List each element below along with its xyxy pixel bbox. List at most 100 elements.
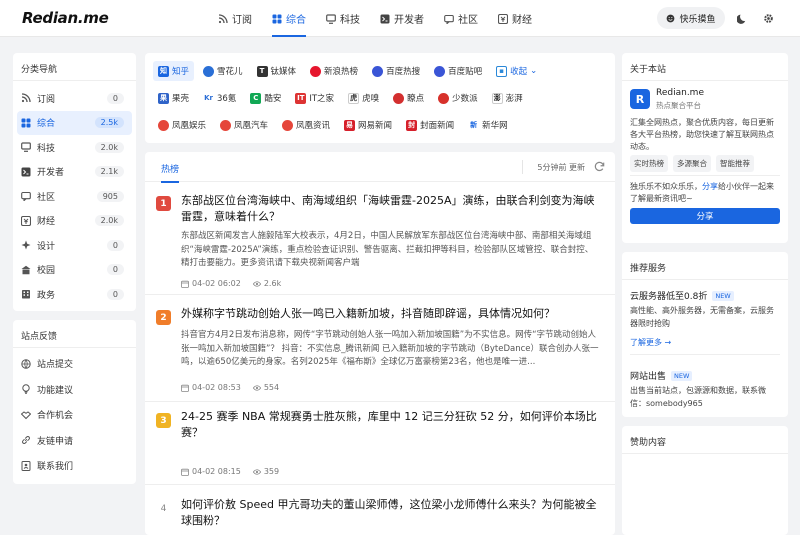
article-title[interactable]: 如何评价敖 Speed 甲亢哥功夫的董山梁师傅，这位梁小龙师傅什么来头？为何能被… <box>181 497 601 529</box>
ifeng-icon <box>158 119 169 131</box>
article-meta: 04-02 06:02 2.6k <box>181 279 281 288</box>
feedback-item-contact[interactable]: 联系我们 <box>13 453 136 479</box>
nav-subscribe[interactable]: 订阅 <box>218 0 252 37</box>
source-coolapk[interactable]: C 酷安 <box>245 88 286 108</box>
source-sina[interactable]: 新浪热榜 <box>305 61 363 81</box>
article-item[interactable]: 2 外媒称字节跳动创始人张一鸣已入籍新加坡，抖音随即辟谣，具体情况如何？ 抖音官… <box>145 297 615 402</box>
source-ifeng-auto[interactable]: 凤凰汽车 <box>215 115 273 135</box>
calendar-icon <box>181 384 189 392</box>
article-title[interactable]: 东部战区位台湾海峡中、南海域组织「海峡雷霆-2025A」演练，由联合利剑变为海峡… <box>181 193 601 225</box>
about-title: 关于本站 <box>622 53 788 81</box>
rss-icon <box>218 13 228 23</box>
source-tmtpost[interactable]: T 钛媒体 <box>252 61 302 81</box>
terminal-icon <box>380 14 390 23</box>
article-item[interactable]: 3 24-25 赛季 NBA 常规赛勇士胜灰熊，库里中 12 记三分狂砍 52 … <box>145 404 615 485</box>
learn-more-link[interactable]: 了解更多 → <box>630 337 671 348</box>
snowflake-icon <box>203 65 215 77</box>
rank-badge: 4 <box>160 503 167 514</box>
site-avatar: R <box>630 89 650 109</box>
nav-tech[interactable]: 科技 <box>326 0 360 37</box>
source-huxiu[interactable]: 虎虎嗅 <box>343 88 384 108</box>
category-nav-card: 分类导航 订阅 0 综合 2.5k 科技 2.0k 开发者 2.1k 社区 90… <box>13 53 136 311</box>
share-button[interactable]: 分享 <box>630 208 780 224</box>
services-title: 推荐服务 <box>622 252 788 280</box>
nav-comprehensive[interactable]: 综合 <box>272 0 306 37</box>
collapse-sources-button[interactable]: ▪ 收起 ⌄ <box>491 61 542 81</box>
theme-toggle-button[interactable] <box>734 10 750 26</box>
count-badge: 2.1k <box>94 166 124 178</box>
about-site-name: Redian.me <box>656 88 704 98</box>
source-thepaper[interactable]: 澎澎湃 <box>487 88 528 108</box>
service-name[interactable]: 云服务器低至0.8折 NEW <box>630 289 734 302</box>
sidebar-item-community[interactable]: 社区 905 <box>13 184 136 209</box>
link-icon <box>22 436 30 445</box>
source-ifeng-news[interactable]: 凤凰资讯 <box>277 115 335 135</box>
main-nav: 订阅 综合 科技 开发者 社区 财经 <box>218 0 552 37</box>
source-dianlian[interactable]: 瞭点 <box>388 88 429 108</box>
article-item[interactable]: 1 东部战区位台湾海峡中、南海域组织「海峡雷霆-2025A」演练，由联合利剑变为… <box>145 183 615 295</box>
feedback-item-submit-site[interactable]: 站点提交 <box>13 351 136 377</box>
sidebar-item-finance[interactable]: 财经 2.0k <box>13 209 136 234</box>
feedback-item-cooperation[interactable]: 合作机会 <box>13 402 136 428</box>
finance-icon <box>498 13 508 24</box>
sources-row: 知知乎 雪花儿 T 钛媒体 新浪热榜 百度热搜 百度贴吧 ▪ 收起 ⌄ <box>153 61 546 81</box>
count-badge: 0 <box>106 92 124 104</box>
baidu-icon <box>372 65 384 77</box>
service-desc: 高性能、高外服务器，无需备案，云服务器限时抢购 <box>630 306 774 328</box>
source-baidu-hot[interactable]: 百度热搜 <box>367 61 425 81</box>
site-logo[interactable]: Redian.me <box>22 9 109 27</box>
sidebar-item-design[interactable]: 设计 0 <box>13 233 136 258</box>
tab-hot[interactable]: 热榜 <box>161 162 180 183</box>
source-cover[interactable]: 封封面新闻 <box>401 115 459 135</box>
gear-icon <box>763 13 773 23</box>
community-icon <box>444 14 454 24</box>
calendar-icon <box>181 280 189 288</box>
source-36kr[interactable]: Kr 36氪 <box>198 88 241 108</box>
share-invite-text: 独乐乐不如众乐乐，分享给小伙伴一起来了解最新资讯吧~ <box>630 182 774 203</box>
article-title[interactable]: 外媒称字节跳动创始人张一鸣已入籍新加坡，抖音随即辟谣，具体情况如何？ <box>181 306 601 322</box>
count-badge: 0 <box>106 264 124 276</box>
source-netease[interactable]: 易网易新闻 <box>339 115 397 135</box>
source-ithome[interactable]: IT IT之家 <box>290 88 339 108</box>
article-title[interactable]: 24-25 赛季 NBA 常规赛勇士胜灰熊，库里中 12 记三分狂砍 52 分，… <box>181 409 601 441</box>
contact-icon <box>21 460 31 471</box>
rank-badge: 1 <box>156 196 171 211</box>
nav-community[interactable]: 社区 <box>444 0 478 37</box>
sidebar-item-government[interactable]: 政务 0 <box>13 282 136 307</box>
article-desc: 抖音官方4月2日发布消息称，网传“字节跳动创始人张一鸣加入新加坡国籍”为不实信息… <box>181 330 599 367</box>
source-zhihu[interactable]: 知知乎 <box>153 61 195 81</box>
source-xinhua[interactable]: 新新华网 <box>463 115 513 135</box>
nav-developer[interactable]: 开发者 <box>380 0 424 37</box>
source-baidu-tieba[interactable]: 百度贴吧 <box>429 61 487 81</box>
sidebar-item-tech[interactable]: 科技 2.0k <box>13 135 136 160</box>
service-desc: 出售当前站点，包源源和数据，联系微信：somebody965 <box>630 386 766 408</box>
lightbulb-icon <box>22 384 30 395</box>
service-name[interactable]: 网站出售 NEW <box>630 369 693 382</box>
source-ifeng-ent[interactable]: 凤凰娱乐 <box>153 115 211 135</box>
rank-badge: 3 <box>156 413 171 428</box>
feedback-item-suggestion[interactable]: 功能建议 <box>13 377 136 403</box>
source-xueqiu[interactable]: 雪花儿 <box>198 61 248 81</box>
36kr-icon: Kr <box>203 92 215 104</box>
refresh-icon[interactable] <box>594 161 605 172</box>
monitor-icon <box>326 13 336 24</box>
mood-button[interactable]: 快乐摸鱼 <box>657 7 725 29</box>
sidebar-item-developer[interactable]: 开发者 2.1k <box>13 160 136 185</box>
sidebar-item-comprehensive[interactable]: 综合 2.5k <box>17 110 132 135</box>
nav-finance[interactable]: 财经 <box>498 0 532 37</box>
count-badge: 2.0k <box>94 141 124 153</box>
source-sspai[interactable]: 少数派 <box>433 88 483 108</box>
feedback-card: 站点反馈 站点提交 功能建议 合作机会 友链申请 联系我们 <box>13 320 136 484</box>
guokr-icon: 果 <box>158 92 169 104</box>
grid-icon <box>272 14 282 23</box>
feed-tab-bar: 热榜 5分钟前 更新 <box>145 152 615 183</box>
article-item[interactable]: 4 如何评价敖 Speed 甲亢哥功夫的董山梁师傅，这位梁小龙师傅什么来头？为何… <box>145 487 615 535</box>
feedback-item-friend-link[interactable]: 友链申请 <box>13 428 136 454</box>
sidebar-item-subscribe[interactable]: 订阅 0 <box>13 86 136 111</box>
source-guokr[interactable]: 果果壳 <box>153 88 194 108</box>
sources-row: 果果壳 Kr 36氪 C 酷安 IT IT之家 虎虎嗅 瞭点 少数派 澎澎湃 <box>153 88 532 108</box>
sidebar-item-campus[interactable]: 校园 0 <box>13 258 136 283</box>
cover-news-icon: 封 <box>406 119 418 131</box>
moon-icon <box>736 14 745 24</box>
settings-button[interactable] <box>760 10 776 26</box>
